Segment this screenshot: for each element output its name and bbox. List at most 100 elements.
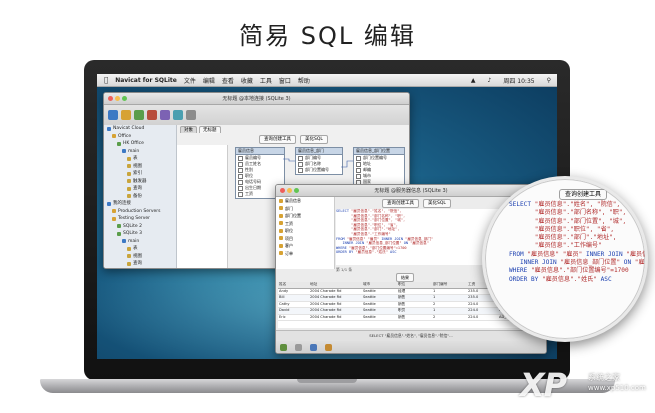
tree-item[interactable]: Navicat Cloud — [104, 125, 176, 133]
table-icon — [279, 221, 283, 226]
tree-item[interactable]: 我的连接 — [104, 200, 176, 208]
tree-item-label: 触发器 — [133, 178, 147, 184]
sql-query-builder-button[interactable]: 查询创建工具 — [382, 199, 419, 208]
tree-node-icon — [127, 246, 131, 251]
main-window-title: 无标题 @本地连接 (SQLite 3) — [222, 96, 291, 102]
function-icon[interactable] — [147, 110, 157, 120]
tree-item-label: 我的连接 — [113, 201, 131, 206]
tree-item[interactable]: SQLite 3 — [104, 230, 176, 238]
menu-item-favorites[interactable]: 收藏 — [241, 76, 253, 85]
result-tab[interactable]: 结果 — [396, 273, 414, 282]
grid-cell[interactable]: 销售 — [397, 295, 432, 301]
tree-item[interactable]: 表 — [104, 245, 176, 253]
volume-icon[interactable]: ♪ — [488, 77, 492, 84]
apple-icon[interactable]:  — [104, 76, 108, 84]
grid-cell[interactable]: 销售 — [397, 315, 432, 321]
view-icon[interactable] — [134, 110, 144, 120]
save-icon[interactable] — [310, 343, 317, 351]
grid-cell[interactable]: Seattle — [362, 295, 397, 301]
grid-cell[interactable]: Seattle — [362, 302, 397, 308]
sql-table-item[interactable]: 订单 — [276, 250, 334, 258]
sql-table-item[interactable]: 客户 — [276, 242, 334, 250]
tree-item[interactable]: 视图 — [104, 253, 176, 261]
grid-cell[interactable]: Andy — [278, 289, 309, 295]
grid-cell[interactable]: 1 — [432, 295, 467, 301]
grid-cell[interactable]: Eric — [278, 315, 309, 321]
stop-icon[interactable] — [295, 343, 302, 351]
table-icon — [279, 198, 283, 203]
menu-item-help[interactable]: 帮助 — [298, 76, 310, 85]
sql-table-item[interactable]: 项目 — [276, 235, 334, 243]
grid-cell[interactable]: 2004 Charade Rd — [309, 289, 362, 295]
app-menu[interactable]: Navicat for SQLite — [115, 77, 177, 84]
grid-cell[interactable]: 经理 — [397, 289, 432, 295]
grid-cell[interactable]: 2004 Charade Rd — [309, 295, 362, 301]
grid-cell[interactable]: Cathy — [278, 302, 309, 308]
grid-cell[interactable]: Seattle — [362, 289, 397, 295]
tree-item[interactable]: 触发器 — [104, 178, 176, 186]
sql-beautify-button[interactable]: 美化SQL — [423, 199, 451, 208]
tree-item[interactable]: 视图 — [104, 163, 176, 171]
tree-item[interactable]: Testing Server — [104, 215, 176, 223]
tree-item[interactable]: main — [104, 148, 176, 156]
tree-item[interactable]: HK Office — [104, 140, 176, 148]
sql-table-item[interactable]: 部门 — [276, 205, 334, 213]
tree-item[interactable]: 表 — [104, 155, 176, 163]
grid-header-cell[interactable]: 城市 — [362, 282, 397, 288]
menu-item-file[interactable]: 文件 — [184, 76, 196, 85]
tree-item[interactable]: 查询 — [104, 260, 176, 268]
backup-icon[interactable] — [186, 110, 196, 120]
menu-item-tools[interactable]: 工具 — [260, 76, 272, 85]
table-row[interactable]: Eric2004 Charade RdSeattle销售2224.0AD_PRE… — [278, 315, 542, 321]
tree-item[interactable]: 索引 — [104, 170, 176, 178]
grid-cell[interactable]: 224.0 — [467, 308, 498, 314]
grid-header-cell[interactable]: 职位 — [397, 282, 432, 288]
connection-icon[interactable] — [108, 110, 118, 120]
grid-header-cell[interactable]: 部门编号 — [432, 282, 467, 288]
grid-header-cell[interactable]: 地址 — [309, 282, 362, 288]
menu-item-edit[interactable]: 编辑 — [203, 76, 215, 85]
menu-item-window[interactable]: 窗口 — [279, 76, 291, 85]
report-icon[interactable] — [173, 110, 183, 120]
grid-header-cell[interactable]: 姓名 — [278, 282, 309, 288]
grid-cell[interactable]: Seattle — [362, 308, 397, 314]
main-window-titlebar[interactable]: 无标题 @本地连接 (SQLite 3) — [104, 93, 409, 105]
tree-item-label: 视图 — [133, 163, 142, 169]
export-icon[interactable] — [325, 343, 332, 351]
sql-table-label: 工资 — [285, 220, 293, 226]
grid-cell[interactable]: 2004 Charade Rd — [309, 308, 362, 314]
grid-cell[interactable]: 1 — [432, 308, 467, 314]
sql-window-titlebar[interactable]: 无标题 @服务器信息 (SQLite 3) — [276, 185, 546, 197]
grid-cell[interactable]: 2 — [432, 315, 467, 321]
clock[interactable]: 周四 10:35 — [503, 76, 534, 85]
tree-item[interactable]: main — [104, 238, 176, 246]
tree-node-icon — [127, 179, 131, 184]
grid-cell[interactable]: Bill — [278, 295, 309, 301]
wifi-icon[interactable]: ▲ — [471, 77, 476, 84]
sql-table-item[interactable]: 雇员信息 — [276, 197, 334, 205]
grid-cell[interactable]: Seattle — [362, 315, 397, 321]
grid-cell[interactable]: David — [278, 308, 309, 314]
tree-item[interactable]: 备份 — [104, 193, 176, 201]
sql-table-item[interactable]: 部门位置 — [276, 212, 334, 220]
tree-item[interactable]: Office — [104, 133, 176, 141]
query-icon[interactable] — [160, 110, 170, 120]
grid-cell[interactable]: 职员 — [397, 308, 432, 314]
grid-cell[interactable]: 224.0 — [467, 315, 498, 321]
tree-item[interactable]: 备份 — [104, 268, 176, 269]
grid-cell[interactable]: 2004 Charade Rd — [309, 302, 362, 308]
tree-item[interactable]: 查询 — [104, 185, 176, 193]
grid-cell[interactable]: 销售 — [397, 302, 432, 308]
sql-table-item[interactable]: 职位 — [276, 227, 334, 235]
sql-table-item[interactable]: 工资 — [276, 220, 334, 228]
grid-cell[interactable]: 2004 Charade Rd — [309, 315, 362, 321]
menu-item-view[interactable]: 查看 — [222, 76, 234, 85]
run-icon[interactable] — [280, 343, 287, 351]
table-icon[interactable] — [121, 110, 131, 120]
tree-item-label: main — [128, 238, 140, 244]
search-icon[interactable]: ⚲ — [547, 77, 551, 84]
tree-item[interactable]: SQLite 2 — [104, 223, 176, 231]
grid-cell[interactable]: 1 — [432, 289, 467, 295]
tree-item[interactable]: Production Servers — [104, 208, 176, 216]
grid-cell[interactable]: 2 — [432, 302, 467, 308]
